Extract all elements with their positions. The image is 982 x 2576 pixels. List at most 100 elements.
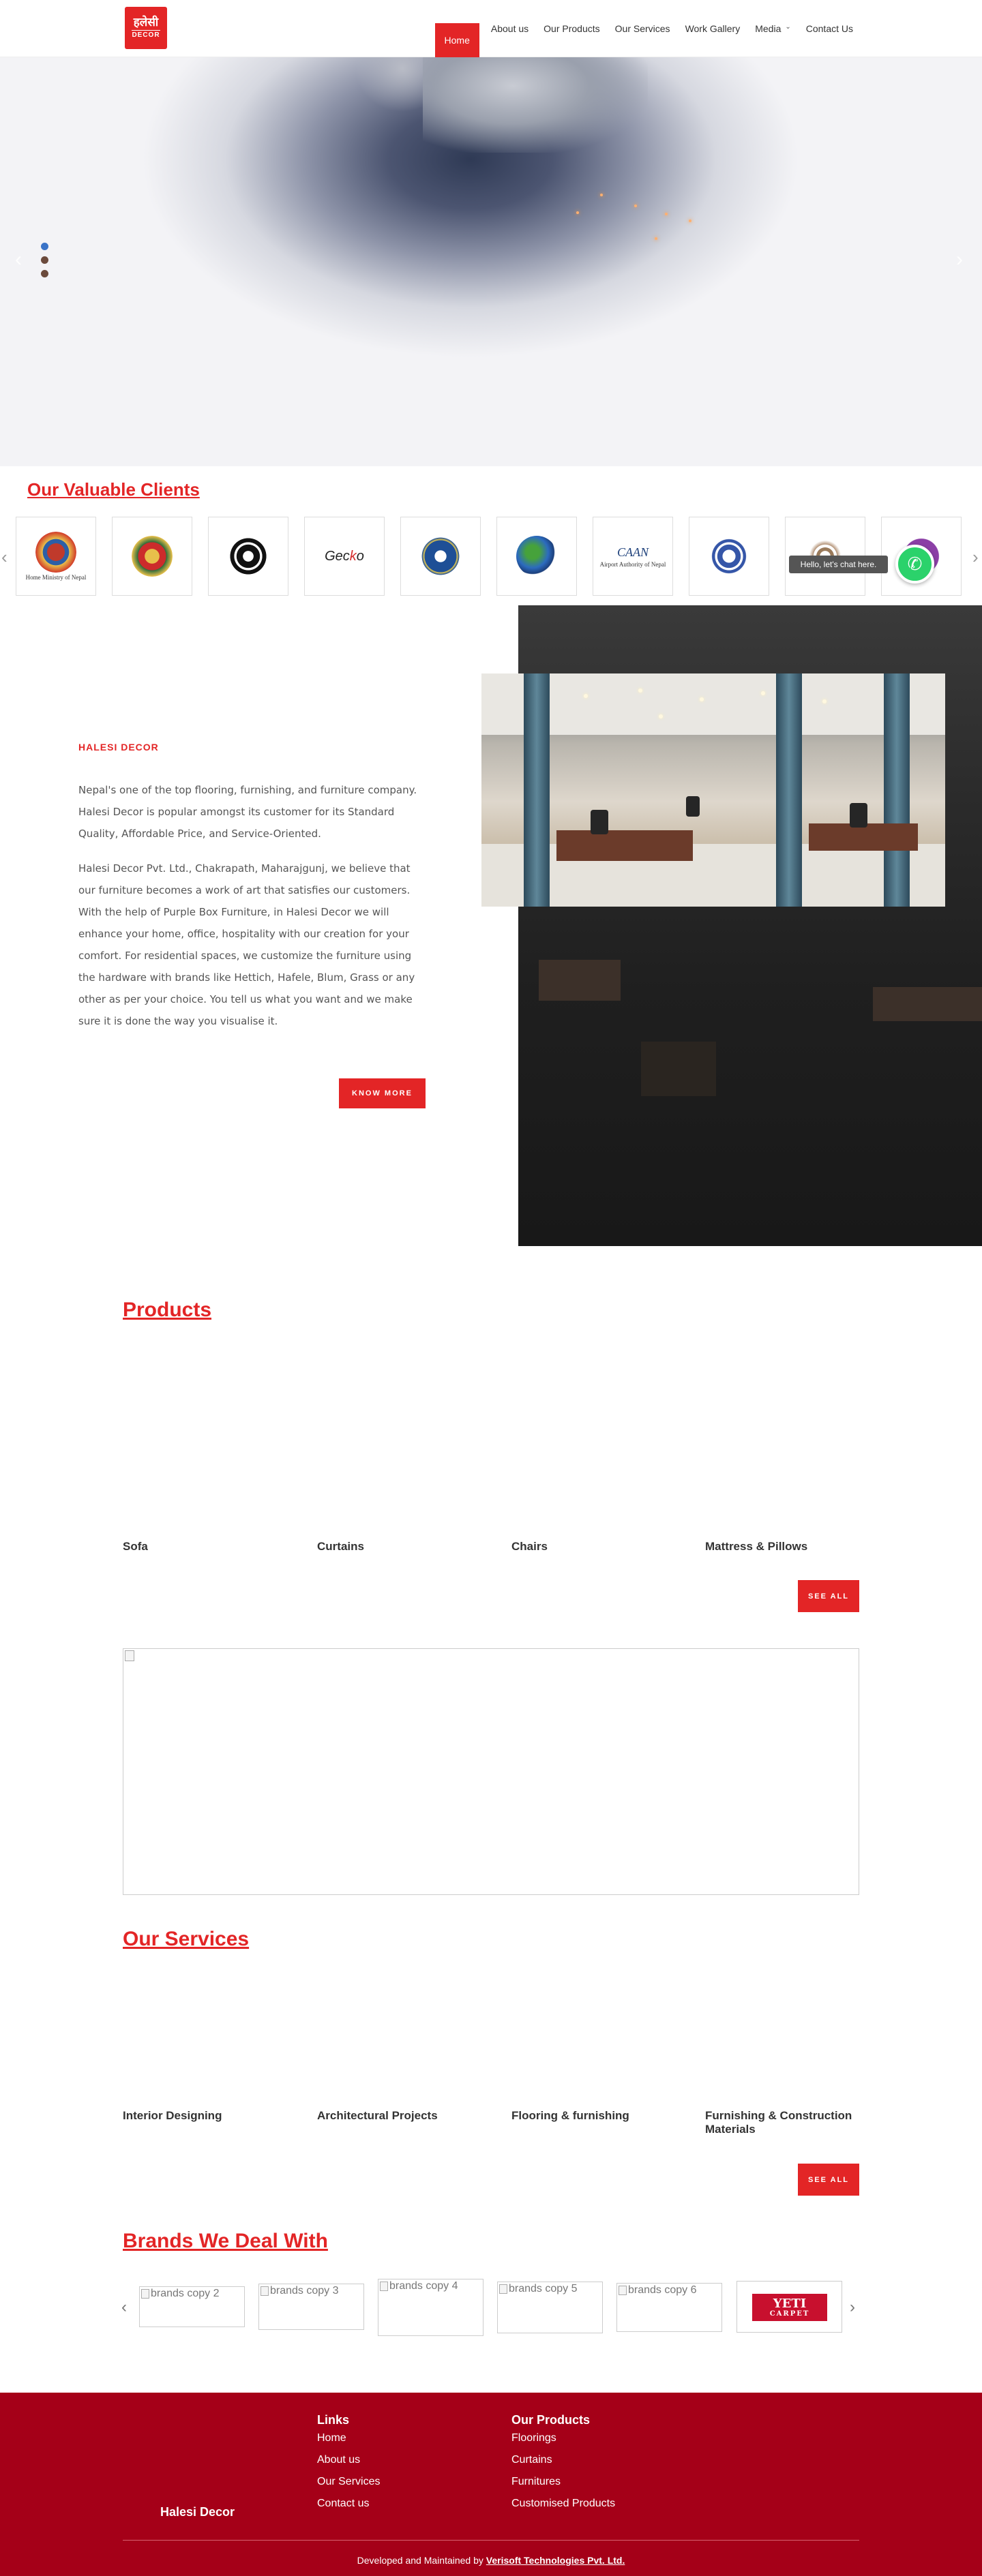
footer-link-contact[interactable]: Contact us — [317, 2498, 369, 2510]
about-kicker: HALESI DECOR — [78, 742, 159, 753]
footer-product-floorings[interactable]: Floorings — [511, 2432, 556, 2444]
brand-logo-yeti-carpet[interactable]: YETI CARPET — [736, 2281, 842, 2333]
client-caption: Home Ministry of Nepal — [25, 574, 87, 581]
hero-light — [600, 194, 603, 196]
main-nav: Home About us Our Products Our Services … — [434, 0, 861, 57]
services-see-all-button[interactable]: SEE ALL — [798, 2164, 859, 2196]
brands-next-arrow-icon[interactable]: › — [850, 2298, 855, 2317]
slider-dots — [41, 243, 48, 277]
photo-lamp — [638, 688, 642, 693]
nav-about-us[interactable]: About us — [483, 0, 536, 57]
brands-prev-arrow-icon[interactable]: ‹ — [121, 2298, 127, 2317]
client-card[interactable] — [400, 517, 481, 596]
product-chairs[interactable]: Chairs — [511, 1540, 548, 1554]
clients-title: Our Valuable Clients — [27, 479, 200, 500]
client-card[interactable] — [112, 517, 192, 596]
star-emblem-icon — [420, 536, 461, 577]
footer-product-curtains[interactable]: Curtains — [511, 2454, 552, 2466]
footer-product-furnitures[interactable]: Furnitures — [511, 2476, 561, 2488]
army-emblem-icon — [132, 536, 173, 577]
photo-chair — [686, 796, 700, 817]
nav-our-products[interactable]: Our Products — [536, 0, 607, 57]
service-interior-designing[interactable]: Interior Designing — [123, 2109, 222, 2123]
photo-pillar — [524, 673, 550, 907]
nav-gallery-label: Work Gallery — [685, 23, 741, 34]
slider-dot[interactable] — [41, 243, 48, 250]
brand-logo[interactable]: brands copy 3 — [258, 2284, 364, 2330]
nav-media[interactable]: Media ⌄ — [747, 0, 799, 57]
footer-brand-name: Halesi Decor — [160, 2505, 235, 2519]
client-card[interactable]: Gecko — [304, 517, 385, 596]
photo-ceiling — [481, 673, 945, 735]
chat-prompt-bubble[interactable]: Hello, let's chat here. — [789, 556, 888, 573]
broken-image-icon — [499, 2284, 507, 2294]
nav-our-services[interactable]: Our Services — [608, 0, 678, 57]
brand-logo[interactable]: brands copy 4 — [378, 2279, 483, 2336]
police-emblem-icon — [228, 536, 269, 577]
products-title: Products — [123, 1299, 212, 1321]
client-card[interactable] — [496, 517, 577, 596]
products-see-all-button[interactable]: SEE ALL — [798, 1580, 859, 1612]
slider-next-arrow-icon[interactable]: › — [956, 248, 963, 271]
brand-image-alt: brands copy 2 — [141, 2288, 220, 2300]
footer-credit: Developed and Maintained by Verisoft Tec… — [0, 2555, 982, 2566]
photo-detail — [873, 987, 982, 1021]
hero-light — [665, 213, 668, 215]
nav-contact-us[interactable]: Contact Us — [799, 0, 861, 57]
client-card[interactable] — [689, 517, 769, 596]
hero-light — [689, 219, 691, 222]
photo-chair — [591, 810, 608, 834]
brand-logo[interactable]: brands copy 5 — [497, 2282, 603, 2333]
hero-light — [576, 211, 579, 214]
whatsapp-chat-button[interactable]: ✆ — [895, 545, 934, 584]
hero-slider: ‹ › — [0, 57, 982, 466]
service-flooring-furnishing[interactable]: Flooring & furnishing — [511, 2109, 629, 2123]
nav-home[interactable]: Home — [434, 23, 479, 57]
college-emblem-icon — [709, 536, 749, 577]
brand-image-alt: brands copy 6 — [619, 2284, 697, 2297]
service-architectural-projects[interactable]: Architectural Projects — [317, 2109, 438, 2123]
know-more-button[interactable]: KNOW MORE — [339, 1078, 426, 1108]
footer-product-customised[interactable]: Customised Products — [511, 2498, 615, 2510]
photo-chair — [850, 803, 867, 828]
hero-image-detail — [423, 57, 648, 153]
site-header: हलेसी DECOR Home About us Our Products O… — [0, 0, 982, 57]
clients-prev-arrow-icon[interactable]: ‹ — [1, 547, 8, 568]
client-caption: Airport Authority of Nepal — [599, 560, 666, 568]
client-card[interactable]: CAAN Airport Authority of Nepal — [593, 517, 673, 596]
developer-link[interactable]: Verisoft Technologies Pvt. Ltd. — [486, 2555, 625, 2566]
nav-work-gallery[interactable]: Work Gallery — [678, 0, 748, 57]
about-paragraph-1: Nepal's one of the top flooring, furnish… — [78, 784, 417, 840]
yeti-logo-text: YETI — [773, 2296, 807, 2311]
photo-pillar — [776, 673, 802, 907]
halesi-decor-logo[interactable]: हलेसी DECOR — [125, 7, 167, 49]
client-card[interactable]: Home Ministry of Nepal — [16, 517, 96, 596]
yeti-carpet-logo: YETI CARPET — [752, 2294, 827, 2321]
footer-links-title: Links — [317, 2413, 350, 2427]
product-mattress-pillows[interactable]: Mattress & Pillows — [705, 1540, 807, 1554]
brand-alt-text: brands copy 3 — [270, 2285, 339, 2297]
brand-alt-text: brands copy 4 — [389, 2280, 458, 2292]
footer-link-services[interactable]: Our Services — [317, 2476, 380, 2488]
photo-floor — [481, 844, 945, 907]
brand-logo[interactable]: brands copy 2 — [139, 2286, 245, 2327]
slider-prev-arrow-icon[interactable]: ‹ — [15, 248, 22, 271]
credit-prefix: Developed and Maintained by — [357, 2555, 486, 2566]
product-sofa[interactable]: Sofa — [123, 1540, 148, 1554]
broken-image-icon — [261, 2286, 269, 2296]
footer-link-home[interactable]: Home — [317, 2432, 346, 2444]
client-card[interactable] — [208, 517, 288, 596]
photo-lamp — [584, 694, 588, 698]
product-curtains[interactable]: Curtains — [317, 1540, 364, 1554]
services-title: Our Services — [123, 1928, 250, 1950]
brand-logo[interactable]: brands copy 6 — [616, 2283, 722, 2332]
footer-link-about[interactable]: About us — [317, 2454, 360, 2466]
clients-next-arrow-icon[interactable]: › — [972, 547, 979, 568]
hero-light — [655, 237, 657, 240]
photo-lamp — [761, 691, 765, 695]
photo-desk — [809, 823, 918, 851]
slider-dot[interactable] — [41, 256, 48, 264]
slider-dot[interactable] — [41, 270, 48, 277]
service-furnishing-construction[interactable]: Furnishing & Construction Materials — [705, 2109, 859, 2136]
brand-alt-text: brands copy 5 — [509, 2283, 578, 2294]
